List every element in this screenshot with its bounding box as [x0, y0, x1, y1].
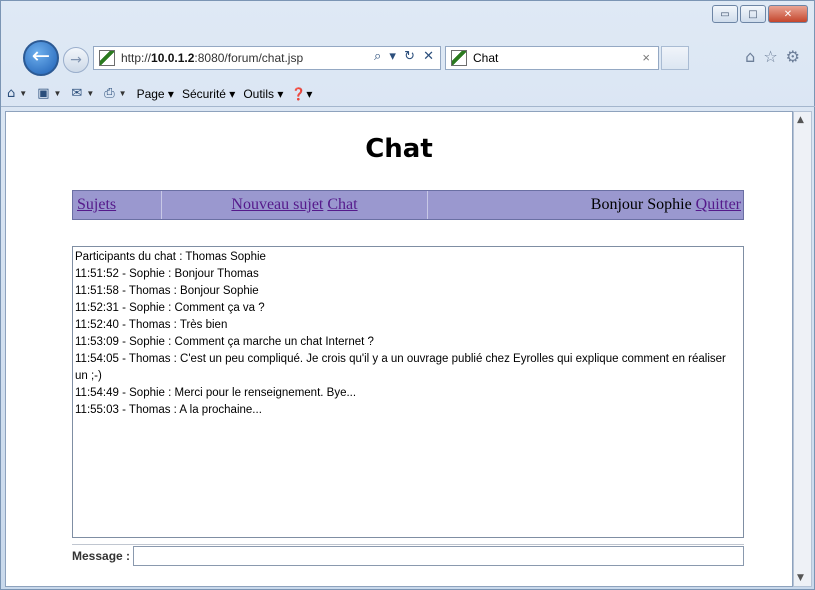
chat-message: 11:54:49 - Sophie : Merci pour le rensei…	[75, 387, 357, 399]
title-bar: ▭ □ ✕	[1, 1, 815, 31]
mail-icon[interactable]: ✉	[71, 86, 82, 101]
minimize-button[interactable]: ▭	[712, 5, 738, 23]
chat-message: 11:53:09 - Sophie : Comment ça marche un…	[75, 336, 374, 348]
print-icon[interactable]: ⎙	[104, 86, 114, 101]
navigation-bar: ← → http://10.0.1.2:8080/forum/chat.jsp …	[1, 35, 815, 79]
tab-title: Chat	[473, 51, 499, 65]
page-viewport: Chat Sujets Nouveau sujet Chat Bonjour So…	[5, 111, 793, 587]
page-favicon-icon	[99, 50, 115, 66]
close-window-button[interactable]: ✕	[768, 5, 808, 23]
maximize-button[interactable]: □	[740, 5, 766, 23]
new-tab-button[interactable]	[661, 46, 689, 70]
chat-message: 11:51:52 - Sophie : Bonjour Thomas	[75, 268, 259, 280]
back-button[interactable]: ←	[23, 40, 59, 76]
forward-button[interactable]: →	[63, 47, 89, 73]
greeting-text: Bonjour Sophie	[590, 196, 692, 213]
chevron-down-icon[interactable]: ▼	[86, 89, 94, 98]
home-favorites-settings-icons[interactable]: ⌂☆⚙	[745, 47, 808, 66]
home-icon[interactable]: ⌂	[7, 86, 15, 101]
address-bar[interactable]: http://10.0.1.2:8080/forum/chat.jsp ⌕ ▾ …	[93, 46, 441, 70]
browser-window: ▭ □ ✕ ← → http://10.0.1.2:8080/forum/cha…	[0, 0, 815, 590]
chat-message: 11:55:03 - Thomas : A la prochaine...	[75, 404, 262, 416]
chat-link[interactable]: Chat	[327, 196, 357, 214]
chevron-down-icon[interactable]: ▼	[19, 89, 27, 98]
forum-menu: Sujets Nouveau sujet Chat Bonjour Sophie Q…	[72, 190, 744, 220]
scroll-down-icon[interactable]: ▼	[797, 573, 804, 583]
chat-transcript[interactable]: Participants du chat : Thomas Sophie 11:…	[72, 246, 744, 538]
url-host: 10.0.1.2	[151, 51, 195, 65]
page-title: Chat	[365, 134, 433, 164]
chat-participants: Participants du chat : Thomas Sophie	[75, 251, 266, 263]
menu-security[interactable]: Sécurité ▾	[182, 87, 235, 101]
menu-cell-user: Bonjour Sophie Quitter	[428, 191, 743, 219]
chevron-down-icon[interactable]: ▼	[53, 89, 61, 98]
chat-message: 11:52:31 - Sophie : Comment ça va ?	[75, 302, 265, 314]
chat-message: 11:52:40 - Thomas : Très bien	[75, 319, 228, 331]
url-path: :8080/forum/chat.jsp	[194, 51, 304, 65]
window-controls: ▭ □ ✕	[710, 5, 808, 23]
menu-tools[interactable]: Outils ▾	[243, 87, 283, 101]
menu-page[interactable]: Page ▾	[137, 87, 174, 101]
help-icon[interactable]: ❓▾	[291, 87, 312, 101]
address-tools-icons[interactable]: ⌕ ▾ ↻ ✕	[374, 49, 436, 64]
message-input[interactable]	[133, 545, 744, 566]
url-prefix: http://	[121, 51, 152, 65]
tab-close-icon[interactable]: ×	[642, 50, 650, 65]
quit-link[interactable]: Quitter	[696, 196, 741, 214]
message-row: Message :	[72, 544, 744, 566]
chat-message: 11:51:58 - Thomas : Bonjour Sophie	[75, 285, 259, 297]
feeds-icon[interactable]: ▣	[37, 86, 49, 101]
tab-chat[interactable]: Chat ×	[445, 46, 659, 70]
command-bar: ⌂ ▼ ▣ ▼ ✉ ▼ ⎙ ▼ Page ▾ Sécurité ▾ Outils ▾ ❓…	[1, 81, 815, 107]
topics-link[interactable]: Sujets	[77, 196, 116, 214]
menu-cell-topics: Sujets	[73, 191, 162, 219]
menu-cell-actions: Nouveau sujet Chat	[162, 191, 428, 219]
chevron-down-icon[interactable]: ▼	[119, 89, 127, 98]
message-label: Message :	[72, 548, 131, 563]
chat-message: 11:54:05 - Thomas : C'est un peu compliq…	[75, 353, 730, 382]
scroll-up-icon[interactable]: ▲	[797, 115, 804, 125]
tab-favicon-icon	[451, 50, 467, 66]
new-topic-link[interactable]: Nouveau sujet	[231, 196, 323, 214]
vertical-scrollbar[interactable]: ▲ ▼	[793, 111, 812, 587]
